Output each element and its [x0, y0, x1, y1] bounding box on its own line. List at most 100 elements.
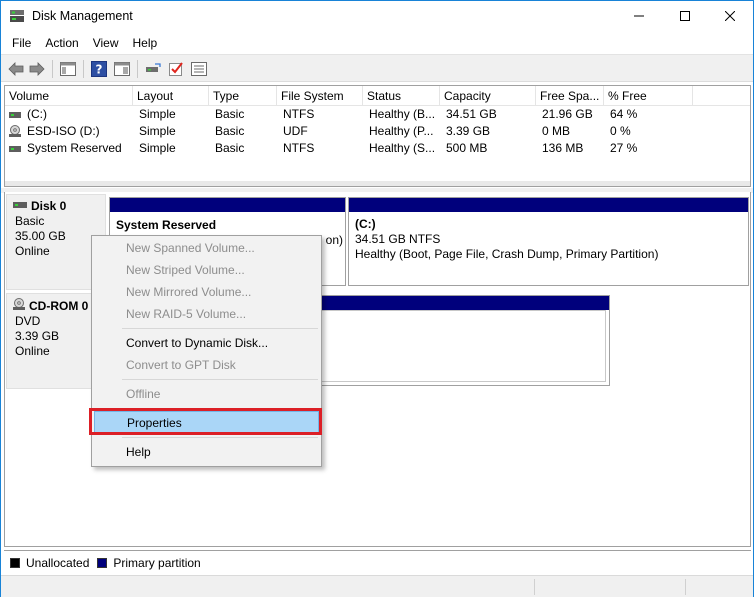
svg-text:?: ?: [96, 62, 103, 76]
column-header-percent-free[interactable]: % Free: [604, 86, 693, 106]
toolbar: ?: [1, 54, 753, 82]
menu-item-convert-gpt-disk[interactable]: Convert to GPT Disk: [94, 354, 319, 376]
menu-bar: File Action View Help: [1, 32, 753, 54]
horizontal-scrollbar[interactable]: [5, 181, 750, 186]
partition-size: 34.51 GB NTFS: [355, 232, 441, 246]
legend-unallocated: Unallocated: [26, 555, 90, 570]
context-menu: New Spanned Volume... New Striped Volume…: [91, 235, 322, 467]
volume-file-system: NTFS: [283, 107, 315, 121]
volume-free-space: 136 MB: [542, 141, 584, 155]
partition-status: Healthy (Boot, Page File, Crash Dump, Pr…: [355, 247, 659, 261]
maximize-icon[interactable]: [662, 1, 708, 31]
legend: Unallocated Primary partition: [4, 550, 751, 574]
volume-status: Healthy (S...: [369, 141, 436, 155]
volume-status: Healthy (B...: [369, 107, 436, 121]
volume-percent-free: 27 %: [610, 141, 638, 155]
menu-item-convert-dynamic-disk[interactable]: Convert to Dynamic Disk...: [94, 332, 319, 354]
legend-primary-partition: Primary partition: [113, 555, 201, 570]
status-bar: [1, 575, 753, 597]
close-icon[interactable]: [707, 1, 753, 31]
menu-item-new-mirrored-volume[interactable]: New Mirrored Volume...: [94, 281, 319, 303]
table-row[interactable]: System Reserved Simple Basic NTFS Health…: [5, 140, 750, 157]
volume-capacity: 500 MB: [446, 141, 488, 155]
volume-status: Healthy (P...: [369, 124, 434, 138]
volume-type: Basic: [215, 141, 245, 155]
properties-list-icon[interactable]: [190, 60, 208, 77]
volume-name: System Reserved: [27, 141, 122, 155]
partition-title: (C:): [355, 217, 376, 231]
volume-type: Basic: [215, 107, 245, 121]
menu-help[interactable]: Help: [126, 33, 165, 53]
volume-free-space: 0 MB: [542, 124, 571, 138]
menu-item-new-spanned-volume[interactable]: New Spanned Volume...: [94, 237, 319, 259]
table-row[interactable]: (C:) Simple Basic NTFS Healthy (B... 34.…: [5, 106, 750, 123]
volume-capacity: 3.39 GB: [446, 124, 491, 138]
column-header-file-system[interactable]: File System: [277, 86, 363, 106]
column-header-capacity[interactable]: Capacity: [440, 86, 536, 106]
disk-name: Disk 0: [31, 199, 67, 213]
column-header-free-space[interactable]: Free Spa...: [536, 86, 604, 106]
column-header-type[interactable]: Type: [209, 86, 277, 106]
cd-drive-icon: [13, 298, 25, 314]
partition-c-drive[interactable]: (C:) 34.51 GB NTFS Healthy (Boot, Page F…: [348, 197, 749, 286]
menu-separator: [122, 437, 318, 438]
legend-swatch-primary: [97, 557, 108, 568]
volume-name: ESD-ISO (D:): [27, 124, 100, 138]
volume-list-header: Volume Layout Type File System Status Ca…: [5, 86, 750, 106]
partition-stripe: [349, 198, 748, 212]
disk-name: CD-ROM 0: [29, 298, 89, 313]
show-pane-icon[interactable]: [113, 60, 131, 77]
disk-management-window: Disk Management File Action View Help ?: [0, 0, 754, 597]
toolbar-separator: [83, 60, 84, 78]
column-header-status[interactable]: Status: [363, 86, 440, 106]
menu-separator: [122, 379, 318, 380]
menu-file[interactable]: File: [5, 33, 38, 53]
table-row[interactable]: ESD-ISO (D:) Simple Basic UDF Healthy (P…: [5, 123, 750, 140]
volume-layout: Simple: [139, 141, 176, 155]
drive-icon: [9, 143, 21, 157]
status-divider: [685, 579, 686, 595]
help-icon[interactable]: ?: [90, 60, 108, 77]
menu-item-properties[interactable]: Properties: [94, 411, 319, 433]
volume-layout: Simple: [139, 107, 176, 121]
window-title: Disk Management: [32, 9, 133, 23]
menu-separator: [122, 328, 318, 329]
drive-icon: [13, 199, 27, 214]
menu-item-new-striped-volume[interactable]: New Striped Volume...: [94, 259, 319, 281]
disk-type: Basic: [15, 214, 45, 228]
volume-file-system: UDF: [283, 124, 308, 138]
volume-list: Volume Layout Type File System Status Ca…: [4, 85, 751, 187]
volume-percent-free: 64 %: [610, 107, 638, 121]
partition-title: System Reserved: [116, 218, 217, 232]
column-header-layout[interactable]: Layout: [133, 86, 209, 106]
back-arrow-icon[interactable]: [7, 60, 25, 77]
title-bar: Disk Management: [1, 1, 753, 32]
volume-percent-free: 0 %: [610, 124, 631, 138]
volume-name: (C:): [27, 107, 47, 121]
volume-type: Basic: [215, 124, 245, 138]
column-header-volume[interactable]: Volume: [5, 86, 133, 106]
volume-free-space: 21.96 GB: [542, 107, 593, 121]
disk-management-icon: [9, 9, 25, 23]
menu-view[interactable]: View: [86, 33, 126, 53]
toolbar-separator: [137, 60, 138, 78]
legend-swatch-unallocated: [10, 557, 20, 568]
disk-0-title: Disk 0: [13, 199, 105, 214]
checkmark-icon[interactable]: [167, 60, 185, 77]
volume-capacity: 34.51 GB: [446, 107, 497, 121]
toolbar-separator: [52, 60, 53, 78]
menu-item-help[interactable]: Help: [94, 441, 319, 463]
forward-arrow-icon[interactable]: [28, 60, 46, 77]
connect-drive-icon[interactable]: [144, 60, 162, 77]
menu-action[interactable]: Action: [38, 33, 85, 53]
drive-icon: [9, 109, 21, 123]
menu-item-new-raid5-volume[interactable]: New RAID-5 Volume...: [94, 303, 319, 325]
volume-file-system: NTFS: [283, 141, 315, 155]
minimize-icon[interactable]: [616, 1, 662, 31]
cd-drive-icon: [9, 125, 21, 140]
menu-item-offline[interactable]: Offline: [94, 383, 319, 405]
status-divider: [534, 579, 535, 595]
volume-layout: Simple: [139, 124, 176, 138]
partition-stripe: [110, 198, 345, 212]
console-tree-icon[interactable]: [59, 60, 77, 77]
